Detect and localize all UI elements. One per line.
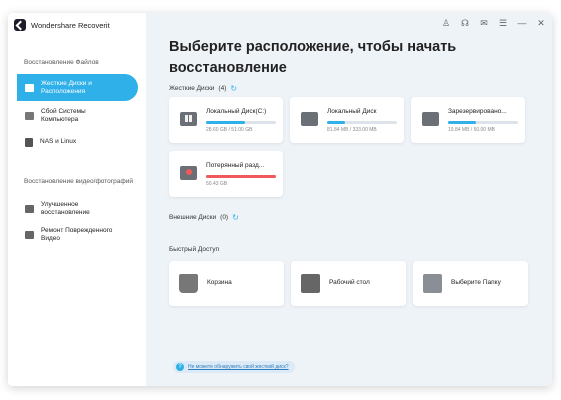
help-link[interactable]: ? Не можете обнаружить свой жесткий диск… bbox=[173, 361, 295, 373]
drive-icon bbox=[422, 112, 439, 126]
label-line-1: Жесткие Диски и bbox=[41, 79, 92, 87]
sidebar-item-label: Жесткие Диски и Расположения bbox=[41, 80, 92, 96]
drive-size: 28.60 GB / 51.00 GB bbox=[206, 127, 253, 133]
quick-access-trash[interactable]: Корзина bbox=[169, 261, 284, 306]
sidebar-item-nas[interactable]: NAS и Linux bbox=[17, 136, 138, 148]
app-title: Wondershare Recoverit bbox=[31, 20, 110, 30]
drive-name: Потерянный разд... bbox=[206, 162, 265, 169]
trash-icon bbox=[179, 274, 198, 293]
folder-icon bbox=[423, 274, 442, 293]
app-logo bbox=[14, 19, 26, 31]
user-icon[interactable]: ♙ bbox=[441, 18, 451, 28]
hard-drives-title: Жесткие Диски bbox=[169, 85, 215, 92]
refresh-icon[interactable]: ↻ bbox=[230, 84, 237, 93]
help-link-text[interactable]: Не можете обнаружить свой жесткий диск? bbox=[188, 364, 289, 370]
label-line-2: восстановление bbox=[41, 209, 90, 216]
sidebar-item-label: Улучшенное восстановление bbox=[41, 201, 90, 217]
hard-drives-header: Жесткие Диски (4) ↻ bbox=[169, 84, 237, 93]
drive-icon bbox=[301, 112, 318, 126]
sidebar-item-system-crash[interactable]: Сбой Системы Компьютера bbox=[17, 106, 138, 126]
sidebar-item-hard-drives[interactable]: Жесткие Диски и Расположения bbox=[17, 74, 138, 101]
quick-access-label: Выберите Папку bbox=[451, 279, 501, 286]
external-drives-count: (0) bbox=[220, 214, 229, 221]
usage-bar bbox=[206, 175, 276, 178]
app-header: Wondershare Recoverit bbox=[14, 19, 110, 31]
quick-access-title: Быстрый Доступ bbox=[169, 246, 220, 253]
computer-icon bbox=[25, 112, 34, 120]
quick-access-label: Рабочий стол bbox=[329, 279, 370, 286]
usage-bar-fill bbox=[206, 175, 276, 178]
label-line-1: Сбой Системы bbox=[41, 108, 86, 115]
nas-icon bbox=[25, 137, 33, 147]
label-line-1: Ремонт Поврежденного bbox=[41, 227, 113, 234]
support-icon[interactable]: ☊ bbox=[460, 18, 470, 28]
close-icon[interactable]: ✕ bbox=[536, 18, 546, 28]
usage-bar bbox=[327, 121, 397, 124]
section-title-files: Восстановление Файлов bbox=[24, 59, 99, 66]
drive-size: 50.43 GB bbox=[206, 181, 228, 187]
quick-access-select-folder[interactable]: Выберите Папку bbox=[413, 261, 528, 306]
quick-access-label: Корзина bbox=[207, 279, 232, 286]
label-line-2: Компьютера bbox=[41, 116, 79, 123]
quick-access-desktop[interactable]: Рабочий стол bbox=[291, 261, 406, 306]
hard-drives-count: (4) bbox=[218, 85, 227, 92]
app-window: Wondershare Recoverit Восстановление Фай… bbox=[8, 13, 552, 386]
sidebar-item-label: Сбой Системы Компьютера bbox=[41, 108, 86, 124]
external-drives-title: Внешние Диски bbox=[169, 214, 217, 221]
drive-card[interactable]: Локальный Диск 81.84 MB / 333.00 MB bbox=[290, 97, 404, 143]
hard-drive-icon bbox=[25, 83, 34, 92]
usage-bar bbox=[448, 121, 518, 124]
mail-icon[interactable]: ✉ bbox=[479, 18, 489, 28]
drive-card[interactable]: Потерянный разд... 50.43 GB bbox=[169, 151, 283, 197]
page-title-line-1: Выберите расположение, чтобы начать bbox=[169, 39, 457, 55]
page-title-line-2: восстановление bbox=[169, 60, 287, 76]
desktop-icon bbox=[301, 274, 320, 293]
external-drives-header: Внешние Диски (0) ↻ bbox=[169, 213, 239, 222]
main-content: ♙ ☊ ✉ ☰ — ✕ Выберите расположение, чтобы… bbox=[146, 13, 552, 386]
drive-card[interactable]: Локальный Диск(C:) 28.60 GB / 51.00 GB bbox=[169, 97, 283, 143]
sidebar: Wondershare Recoverit Восстановление Фай… bbox=[8, 13, 146, 386]
usage-bar-fill bbox=[327, 121, 345, 124]
windows-drive-icon bbox=[180, 112, 197, 126]
usage-bar-fill bbox=[206, 121, 246, 124]
drive-size: 81.84 MB / 333.00 MB bbox=[327, 127, 377, 133]
drive-name: Локальный Диск(C:) bbox=[206, 108, 267, 115]
minimize-icon[interactable]: — bbox=[517, 18, 527, 28]
drive-name: Зарезервировано... bbox=[448, 108, 507, 115]
photo-icon bbox=[25, 205, 34, 213]
usage-bar bbox=[206, 121, 276, 124]
refresh-icon[interactable]: ↻ bbox=[232, 213, 239, 222]
sidebar-item-video-repair[interactable]: Ремонт Поврежденного Видео bbox=[17, 225, 138, 245]
menu-icon[interactable]: ☰ bbox=[498, 18, 508, 28]
window-controls: ♙ ☊ ✉ ☰ — ✕ bbox=[441, 18, 546, 28]
drive-name: Локальный Диск bbox=[327, 108, 377, 115]
video-repair-icon bbox=[25, 231, 34, 239]
label-line-2: Расположения bbox=[41, 87, 86, 95]
sidebar-item-advanced-recovery[interactable]: Улучшенное восстановление bbox=[17, 199, 138, 219]
question-icon: ? bbox=[176, 363, 184, 371]
section-title-video: Восстановление видео/фотографий bbox=[24, 178, 133, 185]
sidebar-item-label: NAS и Linux bbox=[40, 138, 77, 145]
drive-size: 19.84 MB / 50.00 MB bbox=[448, 127, 495, 133]
label-line-1: Улучшенное bbox=[41, 201, 79, 208]
label-line-2: Видео bbox=[41, 235, 60, 242]
usage-bar-fill bbox=[448, 121, 476, 124]
lost-partition-icon bbox=[180, 166, 197, 180]
sidebar-item-label: Ремонт Поврежденного Видео bbox=[41, 227, 112, 243]
page-title: Выберите расположение, чтобы начать восс… bbox=[169, 37, 459, 79]
quick-access-header: Быстрый Доступ bbox=[169, 246, 219, 253]
drive-card[interactable]: Зарезервировано... 19.84 MB / 50.00 MB bbox=[411, 97, 525, 143]
